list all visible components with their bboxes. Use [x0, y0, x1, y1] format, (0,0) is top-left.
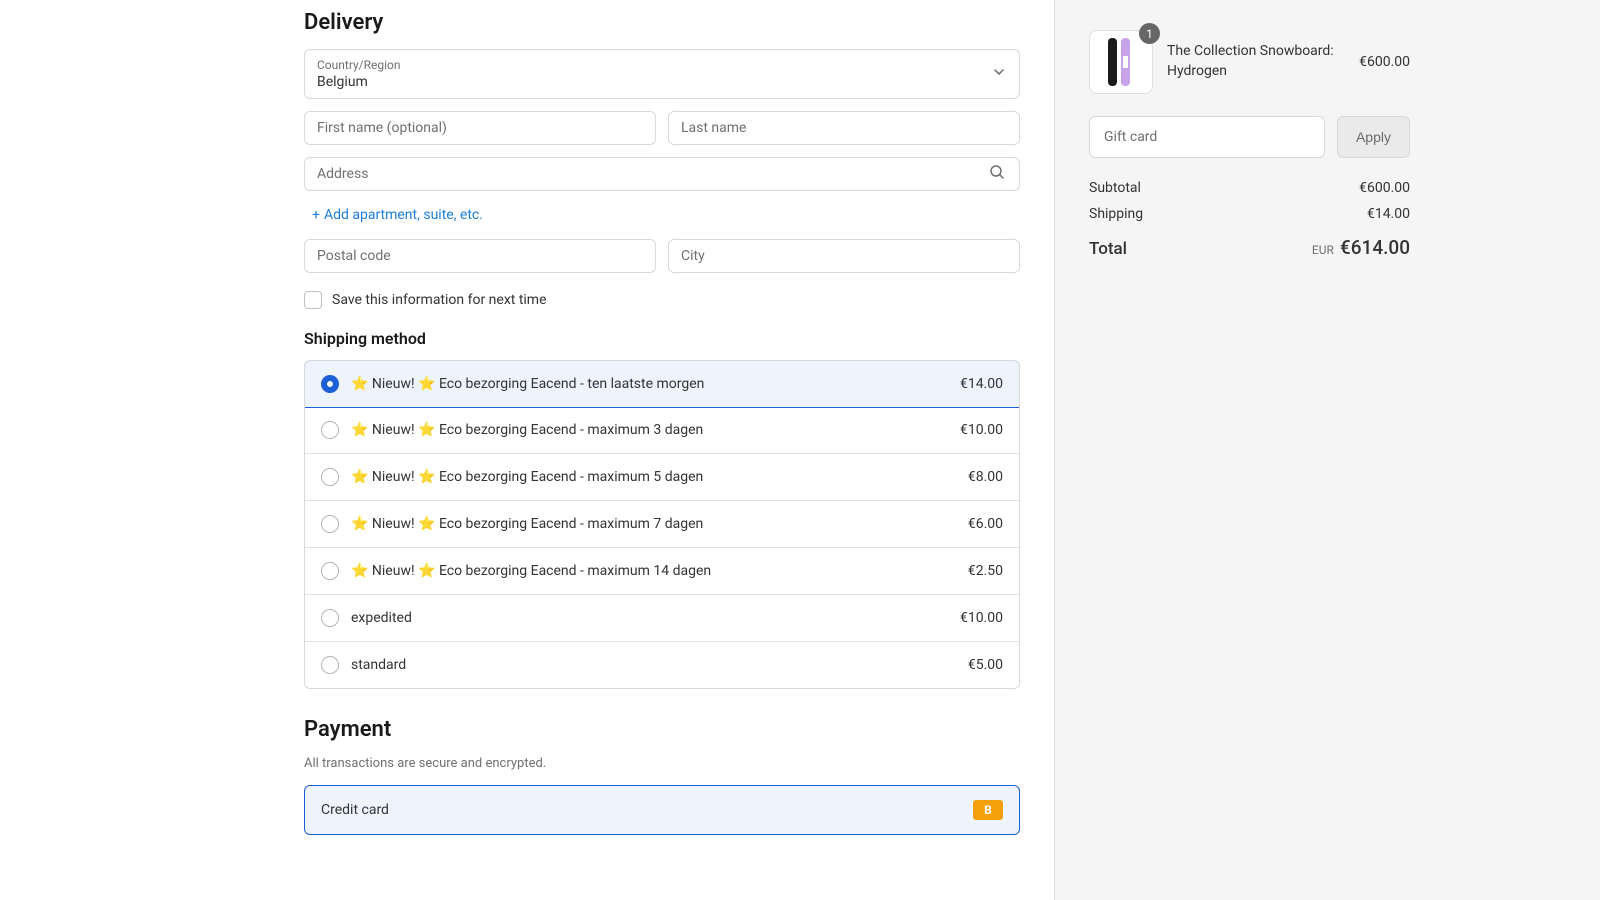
- shipping-option-price: €10.00: [960, 610, 1003, 626]
- shipping-option[interactable]: expedited €10.00: [305, 595, 1019, 642]
- shipping-option[interactable]: standard €5.00: [305, 642, 1019, 688]
- save-info-checkbox[interactable]: [304, 291, 322, 309]
- payment-note: All transactions are secure and encrypte…: [304, 756, 1020, 771]
- gift-card-input[interactable]: Gift card: [1089, 116, 1325, 158]
- shipping-option-label: ⭐ Nieuw! ⭐ Eco bezorging Eacend - maximu…: [351, 422, 948, 438]
- address-label: Address: [317, 161, 368, 187]
- shipping-option[interactable]: ⭐ Nieuw! ⭐ Eco bezorging Eacend - maximu…: [305, 548, 1019, 595]
- delivery-title: Delivery: [304, 10, 1020, 35]
- radio-icon: [321, 656, 339, 674]
- shipping-option-label: ⭐ Nieuw! ⭐ Eco bezorging Eacend - maximu…: [351, 563, 956, 579]
- shipping-option-price: €6.00: [968, 516, 1003, 532]
- shipping-cost-value: €14.00: [1367, 206, 1410, 222]
- radio-icon: [321, 468, 339, 486]
- total-label: Total: [1089, 239, 1127, 259]
- chevron-down-icon: [993, 66, 1005, 82]
- shipping-cost-label: Shipping: [1089, 206, 1143, 222]
- city-input[interactable]: City: [668, 239, 1020, 273]
- radio-icon: [321, 421, 339, 439]
- save-info-label: Save this information for next time: [332, 292, 547, 308]
- first-name-input[interactable]: First name (optional): [304, 111, 656, 145]
- product-thumbnail: 1: [1089, 30, 1153, 94]
- shipping-option-price: €2.50: [968, 563, 1003, 579]
- add-apartment-link[interactable]: +Add apartment, suite, etc.: [304, 203, 1020, 227]
- shipping-option-label: standard: [351, 657, 956, 673]
- shipping-options: ⭐ Nieuw! ⭐ Eco bezorging Eacend - ten la…: [304, 360, 1020, 689]
- credit-card-label: Credit card: [321, 802, 389, 818]
- shipping-option[interactable]: ⭐ Nieuw! ⭐ Eco bezorging Eacend - maximu…: [305, 454, 1019, 501]
- shipping-method-title: Shipping method: [304, 329, 1020, 348]
- shipping-option-price: €5.00: [968, 657, 1003, 673]
- payment-title: Payment: [304, 717, 1020, 742]
- shipping-option-label: ⭐ Nieuw! ⭐ Eco bezorging Eacend - maximu…: [351, 516, 956, 532]
- subtotal-label: Subtotal: [1089, 180, 1141, 196]
- shipping-option[interactable]: ⭐ Nieuw! ⭐ Eco bezorging Eacend - ten la…: [304, 360, 1020, 408]
- product-price: €600.00: [1359, 54, 1410, 70]
- shipping-option[interactable]: ⭐ Nieuw! ⭐ Eco bezorging Eacend - maximu…: [305, 407, 1019, 454]
- card-brand-icon: B: [973, 800, 1003, 820]
- country-select[interactable]: Country/Region Belgium: [304, 49, 1020, 99]
- country-value: Belgium: [317, 74, 1007, 90]
- shipping-option-label: ⭐ Nieuw! ⭐ Eco bezorging Eacend - ten la…: [351, 376, 948, 392]
- last-name-input[interactable]: Last name: [668, 111, 1020, 145]
- plus-icon: +: [312, 207, 320, 223]
- radio-icon: [321, 609, 339, 627]
- subtotal-value: €600.00: [1359, 180, 1410, 196]
- shipping-option-price: €14.00: [960, 376, 1003, 392]
- shipping-option-label: expedited: [351, 610, 948, 626]
- total-currency: EUR: [1312, 243, 1334, 257]
- quantity-badge: 1: [1139, 23, 1160, 44]
- radio-icon: [321, 515, 339, 533]
- last-name-label: Last name: [681, 115, 746, 141]
- city-label: City: [681, 243, 705, 269]
- shipping-option-price: €10.00: [960, 422, 1003, 438]
- postal-label: Postal code: [317, 243, 391, 269]
- first-name-label: First name (optional): [317, 115, 447, 141]
- shipping-option-price: €8.00: [968, 469, 1003, 485]
- radio-icon: [321, 562, 339, 580]
- apply-button[interactable]: Apply: [1337, 116, 1410, 158]
- radio-icon: [321, 375, 339, 393]
- payment-credit-card[interactable]: Credit card B: [304, 785, 1020, 835]
- postal-code-input[interactable]: Postal code: [304, 239, 656, 273]
- shipping-option-label: ⭐ Nieuw! ⭐ Eco bezorging Eacend - maximu…: [351, 469, 956, 485]
- shipping-option[interactable]: ⭐ Nieuw! ⭐ Eco bezorging Eacend - maximu…: [305, 501, 1019, 548]
- total-value: €614.00: [1340, 236, 1410, 259]
- product-name: The Collection Snowboard: Hydrogen: [1167, 42, 1345, 81]
- address-input[interactable]: Address: [304, 157, 1020, 191]
- cart-item: 1 The Collection Snowboard: Hydrogen €60…: [1089, 30, 1410, 94]
- search-icon: [989, 164, 1005, 184]
- country-label: Country/Region: [317, 58, 1007, 72]
